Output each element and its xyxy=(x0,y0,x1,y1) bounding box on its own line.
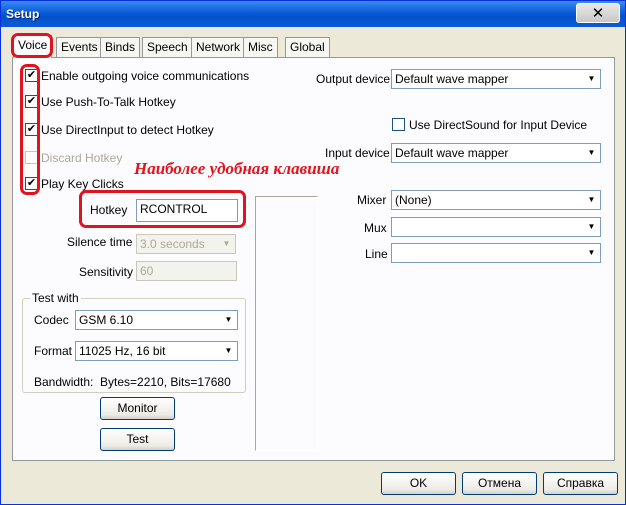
input-device-select[interactable]: Default wave mapper ▼ xyxy=(391,143,601,163)
mux-select[interactable]: ▼ xyxy=(391,217,601,237)
push-to-talk-label: Use Push-To-Talk Hotkey xyxy=(41,95,176,109)
tab-events[interactable]: Events xyxy=(56,37,103,57)
close-icon: ✕ xyxy=(591,5,605,22)
window-title: Setup xyxy=(6,7,40,21)
setup-window: Setup ✕ Voice Events Binds Speech Networ… xyxy=(0,0,626,505)
mixer-value: (None) xyxy=(395,193,432,207)
line-select[interactable]: ▼ xyxy=(391,243,601,263)
tab-global[interactable]: Global xyxy=(285,37,330,57)
sensitivity-label: Sensitivity xyxy=(79,265,134,279)
directinput-label: Use DirectInput to detect Hotkey xyxy=(41,123,214,137)
chevron-down-icon: ▼ xyxy=(587,195,596,204)
chevron-down-icon: ▼ xyxy=(587,248,596,257)
checkbox-highlight xyxy=(20,64,40,195)
codec-label: Codec xyxy=(34,313,69,327)
codec-select[interactable]: GSM 6.10 ▼ xyxy=(75,310,238,330)
play-key-clicks-label: Play Key Clicks xyxy=(41,177,124,191)
format-select[interactable]: 11025 Hz, 16 bit ▼ xyxy=(75,341,238,361)
silence-time-label: Silence time xyxy=(67,235,133,249)
level-meter xyxy=(255,196,318,451)
monitor-button[interactable]: Monitor xyxy=(100,397,175,420)
directsound-label: Use DirectSound for Input Device xyxy=(409,118,588,132)
bandwidth-label: Bandwidth: xyxy=(34,375,94,389)
test-button[interactable]: Test xyxy=(100,428,175,451)
input-device-value: Default wave mapper xyxy=(395,146,509,160)
help-button[interactable]: Справка xyxy=(543,472,618,495)
codec-value: GSM 6.10 xyxy=(79,313,134,327)
mixer-select[interactable]: (None) ▼ xyxy=(391,190,601,210)
chevron-down-icon: ▼ xyxy=(224,315,233,324)
mux-label: Mux xyxy=(364,221,387,235)
silence-time-select[interactable]: 3.0 seconds ▼ xyxy=(136,234,236,254)
chevron-down-icon: ▼ xyxy=(587,222,596,231)
hotkey-highlight xyxy=(79,190,246,228)
format-value: 11025 Hz, 16 bit xyxy=(79,344,166,358)
mixer-label: Mixer xyxy=(357,193,387,207)
chevron-down-icon: ▼ xyxy=(587,148,596,157)
cancel-button[interactable]: Отмена xyxy=(462,472,537,495)
chevron-down-icon: ▼ xyxy=(224,346,233,355)
silence-time-value: 3.0 seconds xyxy=(140,237,205,251)
tab-binds[interactable]: Binds xyxy=(100,37,141,57)
format-label: Format xyxy=(34,344,73,358)
output-device-select[interactable]: Default wave mapper ▼ xyxy=(391,69,601,89)
discard-hotkey-label: Discard Hotkey xyxy=(41,151,123,165)
chevron-down-icon: ▼ xyxy=(587,74,596,83)
bandwidth-value: Bytes=2210, Bits=17680 xyxy=(100,375,231,389)
directsound-checkbox[interactable] xyxy=(392,118,405,131)
test-with-title: Test with xyxy=(30,291,81,305)
close-button[interactable]: ✕ xyxy=(576,3,620,23)
chevron-down-icon: ▼ xyxy=(222,239,231,248)
line-label: Line xyxy=(365,247,388,261)
title-bar[interactable]: Setup ✕ xyxy=(1,1,625,27)
enable-voice-label: Enable outgoing voice communications xyxy=(41,69,250,83)
tab-network[interactable]: Network xyxy=(191,37,246,57)
tab-misc[interactable]: Misc xyxy=(243,37,278,57)
voice-tab-highlight xyxy=(11,33,53,58)
input-device-label: Input device xyxy=(325,146,390,160)
annotation-text: Наиболее удобная клавиша xyxy=(134,159,340,178)
tab-speech[interactable]: Speech xyxy=(142,37,193,57)
ok-button[interactable]: OK xyxy=(381,472,456,495)
output-device-label: Output device xyxy=(316,72,391,86)
sensitivity-field[interactable]: 60 xyxy=(136,261,237,281)
output-device-value: Default wave mapper xyxy=(395,72,509,86)
